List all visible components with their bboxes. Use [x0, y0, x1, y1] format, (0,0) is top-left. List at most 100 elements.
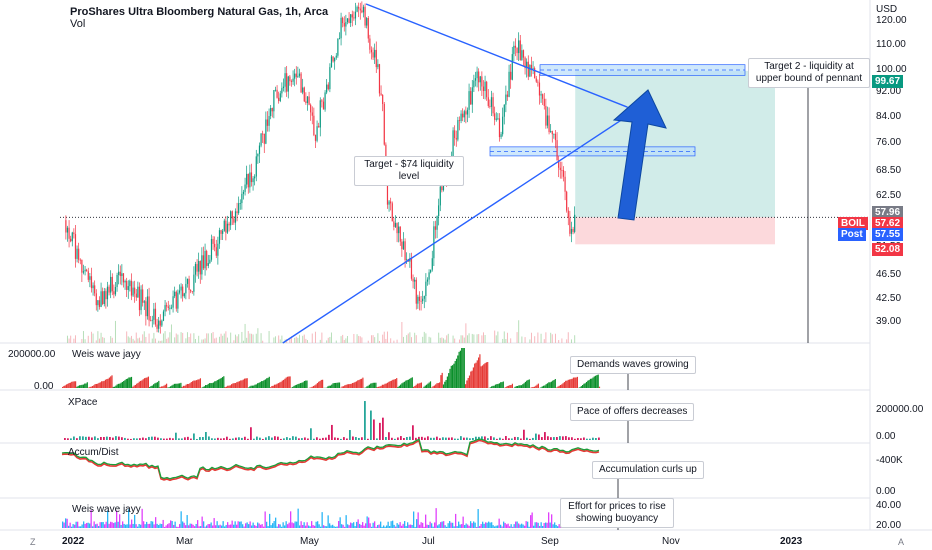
weis-wave-2-bar — [191, 523, 193, 528]
candle-body — [282, 86, 285, 89]
weis-wave-bar — [353, 382, 355, 388]
weis-wave-2-bar — [153, 524, 155, 528]
price-tick: 42.50 — [876, 292, 902, 304]
weis-wave-2-bar — [503, 521, 505, 528]
weis-wave-2-bar — [545, 522, 547, 528]
xpace-bar — [70, 438, 72, 440]
currency-label: USD — [876, 4, 898, 15]
volume-bar — [190, 333, 192, 343]
annotation-pace[interactable]: Pace of offers decreases — [570, 403, 695, 421]
annotation-effort[interactable]: Effort for prices to rise showing buoyan… — [560, 498, 674, 528]
weis-wave-2-bar — [383, 525, 385, 528]
weis-wave-bar — [316, 383, 318, 388]
xpace-bar — [259, 437, 261, 440]
weis-wave-2-bar — [230, 524, 232, 528]
xpace-bar — [472, 437, 474, 440]
candle-body — [167, 306, 169, 308]
xpace-bar — [202, 437, 204, 440]
candle-body — [246, 173, 248, 185]
weis-wave-bar — [242, 379, 244, 388]
weis-wave-bar — [159, 387, 161, 388]
xpace-pane-title[interactable]: XPace — [68, 397, 97, 408]
annotation-demand-waves[interactable]: Demands waves growing — [570, 356, 696, 374]
weis-wave-bar — [436, 383, 438, 388]
weis-wave-bar — [179, 383, 181, 388]
xpace-bar — [595, 437, 597, 440]
weis-wave-bar — [133, 385, 135, 388]
accum-dist-line — [61, 439, 600, 482]
weis-wave-2-bar — [492, 525, 494, 528]
candle-body — [121, 273, 123, 277]
x-tick-jul: Jul — [422, 536, 435, 547]
candle-body — [242, 191, 245, 194]
weis-wave-2-bar — [372, 522, 374, 528]
candle-body — [134, 287, 136, 294]
weis-wave-2-bar — [365, 523, 367, 528]
candle-body — [551, 131, 553, 135]
volume-bar — [319, 339, 321, 343]
candle-body — [329, 67, 331, 90]
xpace-bar — [337, 437, 339, 440]
candle-body — [105, 291, 107, 300]
weis-wave-bar — [182, 385, 185, 388]
weis-wave-2-bar — [474, 522, 476, 528]
xpace-bar — [457, 438, 459, 440]
annotation-target-2[interactable]: Target 2 - liquidity at upper bound of p… — [748, 58, 870, 88]
weis-wave-2-tick-top: 40.00 — [876, 500, 902, 511]
weis-wave-2-bar — [99, 522, 101, 528]
volume-bar — [353, 333, 355, 343]
x-tick-nov: Nov — [662, 536, 680, 547]
volume-bar — [311, 333, 313, 343]
xpace-bar — [328, 434, 330, 440]
weis-wave-2-bar — [521, 523, 523, 528]
xpace-bar — [451, 437, 453, 440]
weis-wave-bar — [543, 385, 545, 388]
weis-wave-2-bar — [540, 522, 542, 528]
weis-wave-bar — [272, 385, 274, 388]
candle-body — [535, 78, 537, 82]
xpace-bar — [208, 436, 210, 440]
volume-bar — [540, 333, 542, 343]
price-tick: 46.50 — [876, 268, 902, 280]
volume-bar — [186, 332, 188, 343]
zoom-reset-button[interactable]: Z — [30, 537, 36, 547]
candle-body — [542, 94, 544, 99]
candle-body — [423, 296, 425, 299]
volume-bar — [327, 337, 329, 343]
candle-body — [137, 286, 139, 298]
xpace-bar — [184, 437, 186, 440]
weis-wave-2-bar — [185, 525, 187, 528]
weis-wave-bar — [429, 381, 432, 388]
volume-bar — [220, 333, 222, 343]
weis-wave-bar — [515, 386, 517, 388]
weis-wave-2-bar — [410, 524, 412, 528]
weis-wave-2-bar — [375, 526, 377, 528]
candle-body — [204, 250, 206, 269]
stop-zone[interactable] — [575, 217, 775, 245]
weis-wave-2-bar — [174, 521, 176, 528]
weis-wave-2-pane-title[interactable]: Weis wave jayy — [72, 504, 141, 515]
weis-wave-bar — [461, 348, 463, 388]
candle-body — [158, 320, 160, 329]
weis-wave-2-bar — [495, 525, 497, 528]
weis-wave-pane-title[interactable]: Weis wave jayy — [72, 349, 141, 360]
weis-wave-bar — [188, 383, 190, 388]
annotation-target-1[interactable]: Target - $74 liquidity level — [354, 156, 464, 186]
weis-wave-bar — [328, 385, 330, 388]
weis-wave-bar — [431, 387, 433, 388]
accum-dist-pane-title[interactable]: Accum/Dist — [68, 447, 119, 458]
xpace-bar — [244, 436, 246, 440]
weis-wave-2-bar — [215, 525, 217, 528]
candle-body — [497, 118, 499, 120]
target-zone[interactable] — [575, 70, 775, 218]
weis-wave-2-bar — [257, 522, 259, 528]
weis-wave-2-bar — [404, 521, 406, 528]
auto-scale-button[interactable]: A — [898, 537, 904, 547]
volume-bar — [406, 335, 408, 343]
volume-bar — [570, 339, 572, 343]
volume-bar — [249, 333, 251, 343]
annotation-accumulation[interactable]: Accumulation curls up — [592, 461, 704, 479]
weis-wave-bar — [89, 386, 91, 388]
weis-wave-2-bar — [542, 525, 544, 528]
weis-wave-bar — [249, 386, 251, 388]
